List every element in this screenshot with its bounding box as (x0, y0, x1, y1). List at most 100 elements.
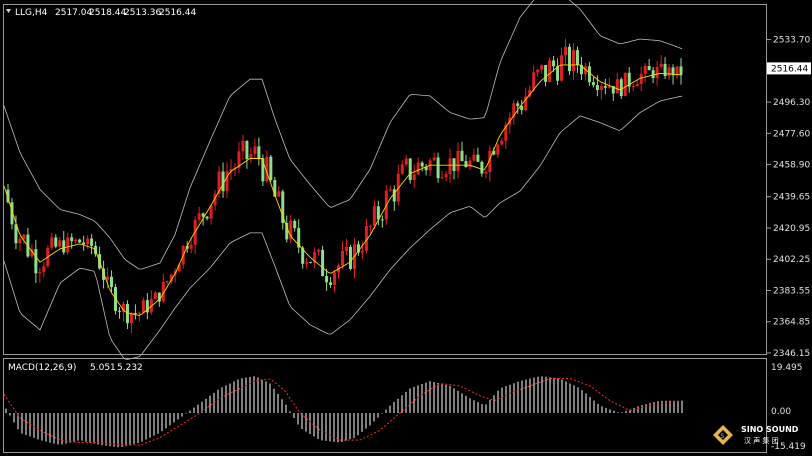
candle-body (388, 189, 392, 191)
price-tick-label: 2477.60 (773, 129, 810, 139)
candle-body (564, 46, 568, 56)
candle-body (38, 271, 42, 274)
price-axis: 2533.70 2496.30 2477.60 2458.90 2439.65 2420.… (767, 36, 810, 359)
candle-body (277, 191, 281, 197)
candle-body (544, 64, 548, 82)
candle-body (603, 86, 607, 88)
macd-histogram (5, 376, 683, 448)
candle-body (360, 250, 364, 253)
candle-body (472, 154, 476, 161)
candle-body (70, 237, 74, 242)
candle-body (305, 262, 309, 264)
candle-body (643, 65, 647, 74)
candle-body (476, 154, 480, 162)
candle-body (440, 177, 444, 179)
candle-body (133, 313, 137, 315)
candle-body (86, 238, 90, 245)
macd-main-value: 5.051 (90, 363, 116, 373)
candle-body (241, 140, 245, 152)
candle-body (560, 55, 564, 81)
candle-body (500, 140, 504, 145)
candle-body (380, 219, 384, 221)
candle-body (34, 249, 38, 274)
candle-body (496, 144, 500, 155)
price-tick-label: 2364.85 (773, 318, 810, 328)
candle-body (591, 82, 595, 86)
candle-body (659, 63, 663, 67)
candle-body (548, 60, 552, 82)
candle-body (58, 240, 62, 247)
candle-body (432, 157, 436, 161)
candle-body (110, 276, 114, 288)
price-tick-label: 2402.25 (773, 255, 810, 265)
candle-body (408, 158, 412, 180)
candle-body (639, 73, 643, 85)
macd-signal-value: 5.232 (117, 363, 143, 373)
moving-average (3, 64, 683, 316)
candle-body (460, 150, 464, 162)
candle-body (452, 158, 456, 171)
candle-body (412, 174, 416, 180)
candle-body (436, 157, 440, 179)
candle-body (74, 239, 78, 242)
symbol-label: LLG,H4 (15, 8, 48, 18)
price-tick-label: 2496.30 (773, 98, 810, 108)
candle-body (667, 67, 671, 77)
candle-body (257, 146, 261, 159)
chart-canvas: LLG,H4 2517.04 2518.44 2513.36 2516.44 2… (3, 0, 811, 453)
candle-body (18, 239, 22, 244)
candle-body (341, 250, 345, 266)
candle-body (536, 69, 540, 73)
candle-body (205, 216, 209, 219)
candle-body (571, 50, 575, 72)
candle-body (655, 66, 659, 79)
candle-body (372, 206, 376, 226)
candle-body (317, 249, 321, 252)
current-price-label: 2516.44 (771, 64, 808, 74)
open-value: 2517.04 (55, 8, 92, 18)
lower-band-line (3, 95, 683, 360)
macd-tick-top: 19.495 (771, 363, 803, 373)
candle-body (348, 246, 352, 269)
candle-body (189, 244, 193, 249)
price-tick-label: 2346.15 (773, 349, 810, 359)
candle-body (516, 103, 520, 107)
candle-body (42, 266, 46, 272)
candle-body (631, 86, 635, 88)
candle-body (532, 72, 536, 90)
ma-line (3, 64, 683, 316)
candle-body (464, 161, 468, 168)
candle-body (50, 237, 54, 248)
candle-body (325, 276, 329, 283)
candle-body (484, 172, 488, 174)
candle-body (416, 162, 420, 175)
candle-body (117, 310, 121, 312)
candle-body (448, 158, 452, 175)
price-tick-label: 2533.70 (773, 36, 810, 46)
candle-body (253, 146, 257, 154)
candle-body (623, 72, 627, 97)
candle-body (675, 66, 679, 76)
candle-body (663, 63, 667, 77)
candle-body (540, 64, 544, 70)
candle-body (269, 156, 273, 180)
close-value: 2516.44 (159, 8, 196, 18)
candle-body (78, 239, 82, 243)
candle-body (329, 282, 333, 285)
current-price-tag: 2516.44 (767, 62, 811, 75)
candle-body (651, 70, 655, 79)
candle-body (129, 313, 133, 324)
candle-body (647, 65, 651, 71)
logo-emblem-icon: S (713, 425, 733, 445)
candle-body (62, 240, 66, 253)
candle-body (153, 292, 157, 299)
candle-body (106, 276, 110, 280)
candle-body (321, 249, 325, 277)
candlesticks (6, 38, 683, 334)
logo-name: SINO SOUND (741, 425, 799, 434)
chart-header: LLG,H4 2517.04 2518.44 2513.36 2516.44 (6, 8, 196, 18)
candle-body (480, 161, 484, 174)
candle-body (444, 174, 448, 178)
candle-body (125, 303, 129, 324)
high-value: 2518.44 (89, 8, 126, 18)
